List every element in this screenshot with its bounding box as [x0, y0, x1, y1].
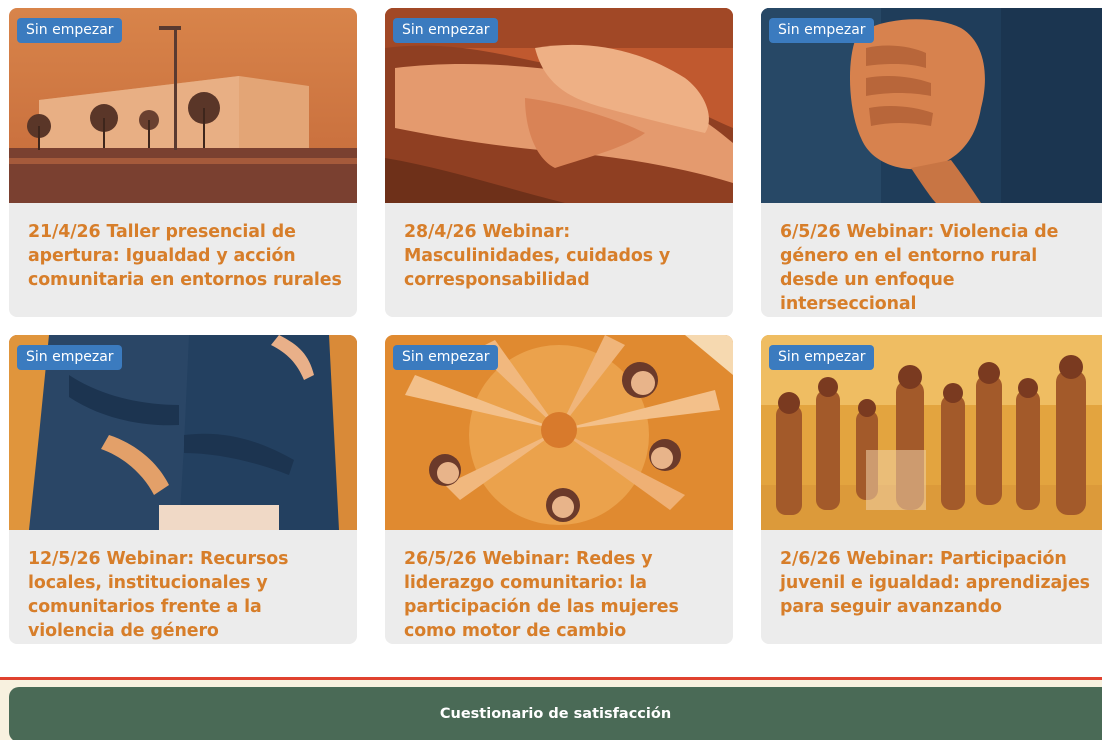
course-card[interactable]: Sin empezar 21/4/26 Taller presencial de…	[9, 8, 357, 317]
course-title[interactable]: 21/4/26 Taller presencial de apertura: I…	[9, 203, 357, 292]
course-title[interactable]: 26/5/26 Webinar: Redes y liderazgo comun…	[385, 530, 733, 643]
course-card[interactable]: Sin empezar 2/6/26 Webinar: Participació…	[761, 335, 1102, 644]
status-badge: Sin empezar	[769, 18, 874, 43]
satisfaction-survey-label: Cuestionario de satisfacción	[439, 706, 672, 722]
course-title[interactable]: 2/6/26 Webinar: Participación juvenil e …	[761, 530, 1102, 619]
course-title[interactable]: 6/5/26 Webinar: Violencia de género en e…	[761, 203, 1102, 316]
status-badge: Sin empezar	[393, 18, 498, 43]
course-list-page: Sin empezar 21/4/26 Taller presencial de…	[0, 0, 1102, 740]
course-image-holding-hands: Sin empezar	[385, 8, 733, 203]
course-image-youth-group: Sin empezar	[761, 335, 1102, 530]
status-badge: Sin empezar	[17, 345, 122, 370]
course-card[interactable]: Sin empezar 26/5/26 Webinar: Redes y lid…	[385, 335, 733, 644]
course-grid: Sin empezar 21/4/26 Taller presencial de…	[9, 8, 1102, 644]
status-badge: Sin empezar	[769, 345, 874, 370]
course-title[interactable]: 12/5/26 Webinar: Recursos locales, insti…	[9, 530, 357, 643]
course-card[interactable]: Sin empezar 6/5/26 Webinar: Violencia de…	[761, 8, 1102, 317]
satisfaction-survey-button[interactable]: Cuestionario de satisfacción	[9, 687, 1102, 740]
course-image-women-hands-together: Sin empezar	[385, 335, 733, 530]
course-image-hugging-couple: Sin empezar	[9, 335, 357, 530]
course-title[interactable]: 28/4/26 Webinar: Masculinidades, cuidado…	[385, 203, 733, 292]
course-image-clenched-fist: Sin empezar	[761, 8, 1102, 203]
course-card[interactable]: Sin empezar 28/4/26 Webinar: Masculinida…	[385, 8, 733, 317]
status-badge: Sin empezar	[393, 345, 498, 370]
status-badge: Sin empezar	[17, 18, 122, 43]
course-image-rural-building: Sin empezar	[9, 8, 357, 203]
course-card[interactable]: Sin empezar 12/5/26 Webinar: Recursos lo…	[9, 335, 357, 644]
